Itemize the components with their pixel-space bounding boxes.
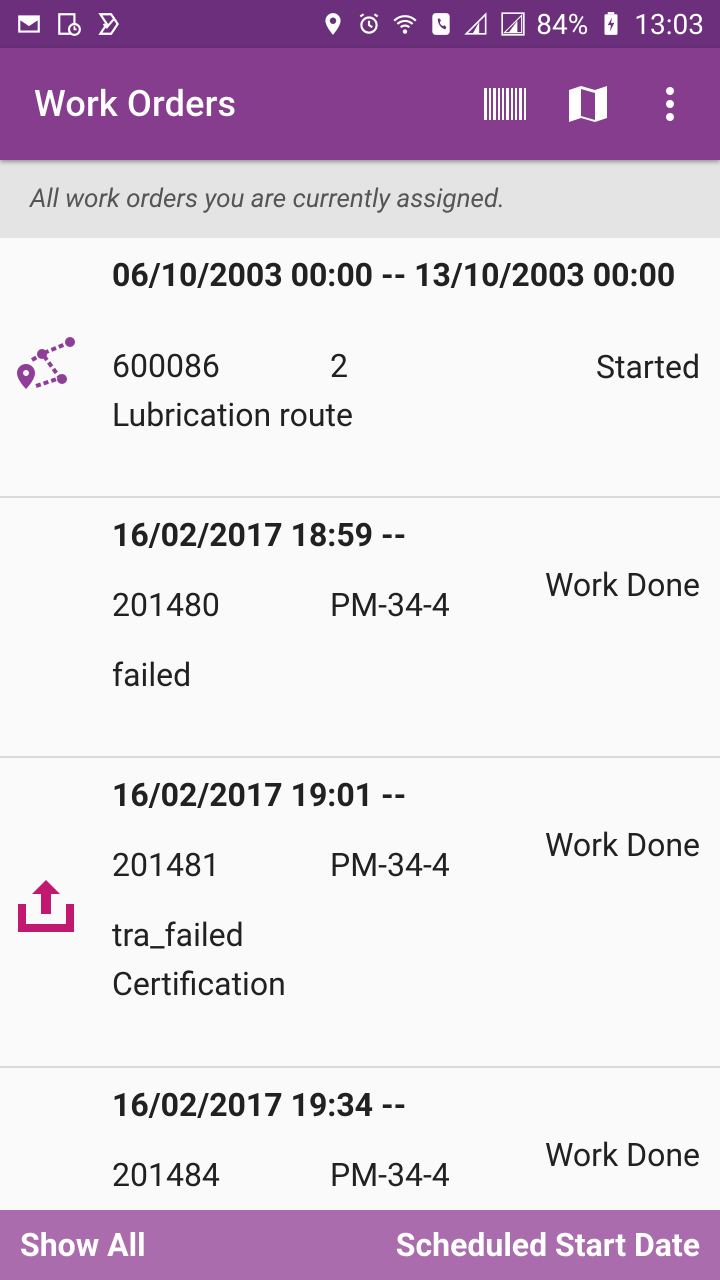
work-order-date-range: 16/02/2017 19:01 -- <box>112 776 407 814</box>
work-order-code: 2 <box>330 347 348 385</box>
app-bar: Work Orders <box>0 48 720 160</box>
signal-icon <box>500 11 526 37</box>
work-order-code: PM-34-4 <box>330 1156 450 1194</box>
map-button[interactable] <box>558 74 618 134</box>
alarm-icon <box>356 11 382 37</box>
list-description: All work orders you are currently assign… <box>0 160 720 238</box>
location-icon <box>320 11 346 37</box>
overflow-menu-button[interactable] <box>640 74 700 134</box>
app-bar-actions <box>476 74 700 134</box>
status-right-icons: 84% 13:03 <box>320 8 704 41</box>
work-order-description-secondary: Certification <box>112 965 286 1003</box>
barcode-scan-button[interactable] <box>476 74 536 134</box>
work-order-date-range: 16/02/2017 18:59 -- <box>112 516 407 554</box>
work-order-code: PM-34-4 <box>330 846 450 884</box>
work-order-status: Started <box>596 348 700 386</box>
sort-order-button[interactable]: Scheduled Start Date <box>396 1226 700 1264</box>
barcode-icon <box>484 88 526 120</box>
work-order-number: 201480 <box>112 586 220 624</box>
work-order-date-range: 16/02/2017 19:34 -- <box>112 1086 407 1124</box>
phone-icon <box>428 11 454 37</box>
bottom-bar: Show All Scheduled Start Date <box>0 1210 720 1280</box>
work-order-status: Work Done <box>544 826 700 864</box>
email-icon <box>16 11 42 37</box>
signal-icon <box>464 11 490 37</box>
work-order-item[interactable]: 16/02/2017 18:59 -- 201480 PM-34-4 Work … <box>0 498 720 758</box>
battery-icon <box>598 11 624 37</box>
work-order-number: 201484 <box>112 1156 220 1194</box>
route-icon <box>14 334 78 398</box>
page-title: Work Orders <box>34 83 237 125</box>
calendar-icon <box>56 11 82 37</box>
work-order-list[interactable]: 06/10/2003 00:00 -- 13/10/2003 00:00 600… <box>0 238 720 1210</box>
status-left-icons <box>16 11 122 37</box>
work-order-description: Lubrication route <box>112 396 353 434</box>
work-order-item[interactable]: 16/02/2017 19:01 -- 201481 PM-34-4 Work … <box>0 758 720 1068</box>
task-icon <box>96 11 122 37</box>
upload-icon <box>14 876 78 940</box>
work-order-description: failed <box>112 656 192 694</box>
work-order-status: Work Done <box>544 566 700 604</box>
work-order-number: 201481 <box>112 846 220 884</box>
battery-percent: 84% <box>536 7 589 41</box>
work-order-description: tra_failed <box>112 916 244 954</box>
work-order-item[interactable]: 16/02/2017 19:34 -- 201484 PM-34-4 Work … <box>0 1068 720 1210</box>
more-vert-icon <box>666 87 674 121</box>
clock: 13:03 <box>634 7 704 41</box>
status-bar: 84% 13:03 <box>0 0 720 48</box>
work-order-item[interactable]: 06/10/2003 00:00 -- 13/10/2003 00:00 600… <box>0 238 720 498</box>
map-icon <box>569 86 607 122</box>
wifi-call-icon <box>392 11 418 37</box>
show-all-button[interactable]: Show All <box>20 1226 146 1264</box>
work-order-number: 600086 <box>112 347 220 385</box>
work-order-code: PM-34-4 <box>330 586 450 624</box>
work-order-date-range: 06/10/2003 00:00 -- 13/10/2003 00:00 <box>112 256 676 294</box>
work-order-status: Work Done <box>544 1136 700 1174</box>
